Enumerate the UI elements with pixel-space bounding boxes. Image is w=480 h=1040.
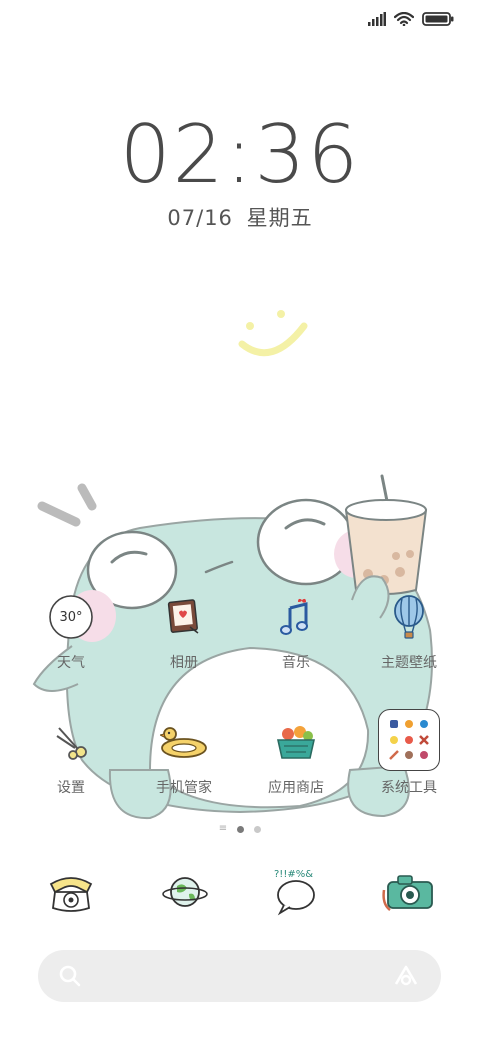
- menu-lines-icon: ≡: [218, 823, 228, 834]
- app-label-gallery: 相册: [170, 655, 198, 671]
- browser-globe-icon[interactable]: [155, 862, 215, 922]
- camera-icon[interactable]: [380, 862, 440, 922]
- weather-icon: 30°: [46, 592, 96, 642]
- search-icon: [59, 965, 81, 987]
- app-gallery[interactable]: 相册: [134, 592, 234, 672]
- app-label-weather: 天气: [57, 655, 85, 671]
- wifi-icon: [394, 12, 414, 26]
- lock-clock: 02:36: [119, 108, 361, 201]
- themes-balloon-icon: [384, 592, 434, 642]
- app-store[interactable]: 应用商店: [246, 717, 346, 797]
- smile-doodle: [238, 310, 308, 357]
- app-system-tools[interactable]: 系统工具: [359, 709, 459, 797]
- settings-scissors-icon: [46, 717, 96, 767]
- app-music[interactable]: 音乐: [246, 592, 346, 672]
- app-weather[interactable]: 30° 天气: [21, 592, 121, 672]
- app-label-system-tools: 系统工具: [381, 780, 437, 796]
- app-label-themes: 主题壁纸: [381, 655, 437, 671]
- weather-temp: 30°: [59, 609, 83, 625]
- app-label-store: 应用商店: [268, 780, 324, 796]
- signal-bars-icon: [368, 12, 386, 26]
- date-text: 07/16: [167, 206, 233, 230]
- page-indicator[interactable]: ≡: [0, 824, 480, 834]
- app-security[interactable]: 手机管家: [134, 717, 234, 797]
- app-store-basket-icon: [271, 717, 321, 767]
- security-duck-icon: [159, 717, 209, 767]
- app-settings[interactable]: 设置: [21, 717, 121, 797]
- status-bar: [368, 8, 454, 30]
- music-icon: [271, 592, 321, 642]
- app-themes[interactable]: 主题壁纸: [359, 592, 459, 672]
- search-bar[interactable]: [38, 950, 441, 1002]
- gallery-icon: [159, 592, 209, 642]
- app-label-security: 手机管家: [156, 780, 212, 796]
- dock: ?!!#%&: [0, 862, 480, 922]
- phone-icon[interactable]: [41, 862, 101, 922]
- messages-icon[interactable]: ?!!#%&: [266, 862, 326, 922]
- app-label-settings: 设置: [57, 780, 85, 796]
- assistant-icon[interactable]: [393, 964, 419, 988]
- battery-icon: [422, 12, 454, 26]
- page-dot-2[interactable]: [254, 825, 262, 833]
- messages-doodle: ?!!#%&: [274, 869, 313, 880]
- system-tools-folder-icon: [378, 709, 440, 771]
- page-dot-1[interactable]: [237, 825, 245, 833]
- weekday-text: 星期五: [246, 206, 313, 230]
- lock-date: 07/16 星期五: [0, 202, 480, 232]
- app-label-music: 音乐: [282, 655, 310, 671]
